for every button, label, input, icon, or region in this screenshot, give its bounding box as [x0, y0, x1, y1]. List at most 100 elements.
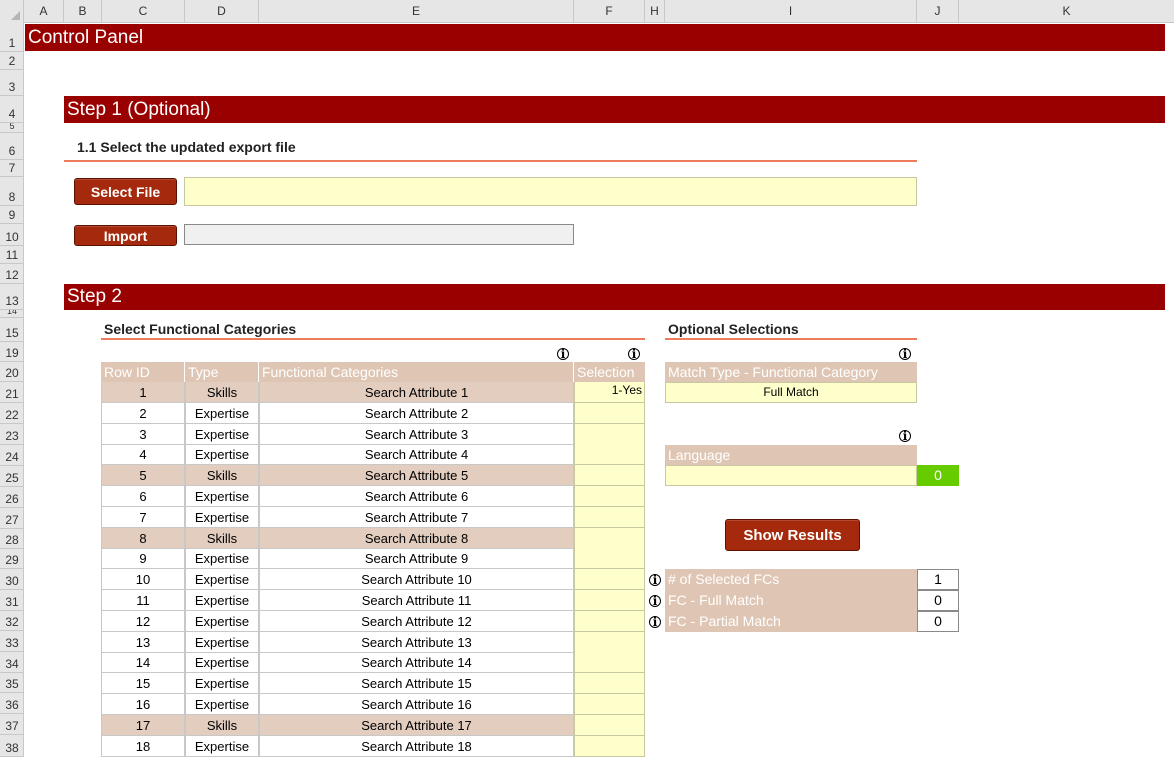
row-header[interactable]: 37 [0, 714, 24, 735]
functional-category-cell: Search Attribute 9 [259, 548, 574, 569]
selection-cell[interactable] [574, 652, 645, 673]
info-icon[interactable]: i [649, 595, 661, 607]
selection-cell[interactable] [574, 715, 645, 736]
row-header[interactable]: 25 [0, 466, 24, 487]
row-header[interactable]: 33 [0, 631, 24, 652]
row-header[interactable]: 10 [0, 224, 24, 246]
match-type-select[interactable]: Full Match [665, 382, 917, 403]
selection-cell[interactable] [574, 569, 645, 590]
row-header[interactable]: 13 [0, 284, 24, 310]
selection-cell[interactable] [574, 590, 645, 611]
column-header-d[interactable]: D [185, 0, 259, 23]
stat-value-selected-fcs: 1 [917, 569, 959, 590]
functional-category-cell: Search Attribute 10 [259, 569, 574, 590]
row-header[interactable]: 3 [0, 70, 24, 96]
row-header[interactable]: 15 [0, 318, 24, 342]
selection-cell[interactable] [574, 632, 645, 653]
selection-cell[interactable] [574, 465, 645, 486]
row-id-cell: 9 [101, 548, 185, 569]
selection-cell[interactable] [574, 736, 645, 757]
selection-cell[interactable] [574, 444, 645, 465]
import-button[interactable]: Import [74, 225, 177, 246]
column-header-i[interactable]: I [665, 0, 917, 23]
row-header[interactable]: 5 [0, 123, 24, 133]
selection-cell[interactable] [574, 507, 645, 528]
selection-cell[interactable] [574, 528, 645, 549]
row-header[interactable]: 29 [0, 549, 24, 569]
step2-banner: Step 2 [64, 284, 1165, 310]
row-id-cell: 7 [101, 507, 185, 528]
select-all-corner[interactable] [0, 0, 24, 23]
row-header[interactable]: 32 [0, 611, 24, 631]
column-header-f[interactable]: F [574, 0, 645, 23]
stat-value-full-match: 0 [917, 590, 959, 611]
row-header[interactable]: 9 [0, 206, 24, 224]
row-header[interactable]: 27 [0, 508, 24, 529]
row-header[interactable]: 21 [0, 382, 24, 403]
row-id-cell: 5 [101, 465, 185, 486]
row-header[interactable]: 4 [0, 96, 24, 123]
row-header[interactable]: 26 [0, 487, 24, 508]
row-header[interactable]: 2 [0, 52, 24, 70]
export-file-path-field[interactable] [184, 177, 917, 206]
column-header-b[interactable]: B [64, 0, 102, 23]
row-id-cell: 16 [101, 694, 185, 715]
row-header[interactable]: 38 [0, 735, 24, 757]
language-select[interactable] [665, 465, 917, 486]
row-header[interactable]: 22 [0, 403, 24, 424]
info-icon[interactable]: i [649, 574, 661, 586]
row-header[interactable]: 19 [0, 342, 24, 362]
functional-category-cell: Search Attribute 13 [259, 632, 574, 653]
info-icon[interactable]: i [899, 430, 911, 442]
optional-section-title: Optional Selections [668, 321, 799, 337]
column-header-h[interactable]: H [645, 0, 665, 23]
info-icon[interactable]: i [899, 348, 911, 360]
show-results-button[interactable]: Show Results [725, 519, 860, 551]
column-header-j[interactable]: J [917, 0, 959, 23]
row-header[interactable]: 1 [0, 23, 24, 52]
row-header[interactable]: 14 [0, 310, 24, 318]
row-header[interactable]: 30 [0, 569, 24, 590]
column-header-a[interactable]: A [24, 0, 64, 23]
row-header[interactable]: 34 [0, 652, 24, 673]
row-header[interactable]: 28 [0, 529, 24, 549]
fc-section-rule [101, 338, 645, 340]
row-header[interactable]: 11 [0, 246, 24, 264]
column-header-e[interactable]: E [259, 0, 574, 23]
row-header[interactable]: 35 [0, 673, 24, 693]
row-header[interactable]: 23 [0, 424, 24, 445]
selection-cell[interactable] [574, 673, 645, 694]
row-header[interactable]: 12 [0, 264, 24, 284]
functional-category-cell: Search Attribute 3 [259, 424, 574, 445]
selection-cell[interactable] [574, 486, 645, 507]
selection-cell[interactable]: 1-Yes [574, 382, 645, 403]
row-id-cell: 1 [101, 382, 185, 403]
row-header[interactable]: 36 [0, 693, 24, 714]
row-header[interactable]: 8 [0, 177, 24, 206]
selection-cell[interactable] [574, 424, 645, 445]
selection-cell[interactable] [574, 403, 645, 424]
row-header[interactable]: 20 [0, 362, 24, 382]
type-cell: Expertise [185, 632, 259, 653]
type-cell: Expertise [185, 548, 259, 569]
selection-cell[interactable] [574, 611, 645, 632]
type-cell: Skills [185, 715, 259, 736]
info-icon[interactable]: i [628, 348, 640, 360]
row-header[interactable]: 7 [0, 160, 24, 177]
type-cell: Skills [185, 465, 259, 486]
column-header-c[interactable]: C [102, 0, 185, 23]
select-file-button[interactable]: Select File [74, 178, 177, 205]
info-icon[interactable]: i [649, 616, 661, 628]
type-cell: Expertise [185, 424, 259, 445]
row-header[interactable]: 31 [0, 590, 24, 611]
language-count-badge: 0 [917, 465, 959, 486]
row-header[interactable]: 24 [0, 445, 24, 466]
row-header[interactable]: 6 [0, 133, 24, 160]
column-header-k[interactable]: K [959, 0, 1174, 23]
selection-cell[interactable] [574, 694, 645, 715]
selection-cell[interactable] [574, 548, 645, 569]
import-status-field [184, 224, 574, 245]
info-icon[interactable]: i [557, 348, 569, 360]
type-cell: Expertise [185, 486, 259, 507]
row-id-cell: 18 [101, 736, 185, 757]
